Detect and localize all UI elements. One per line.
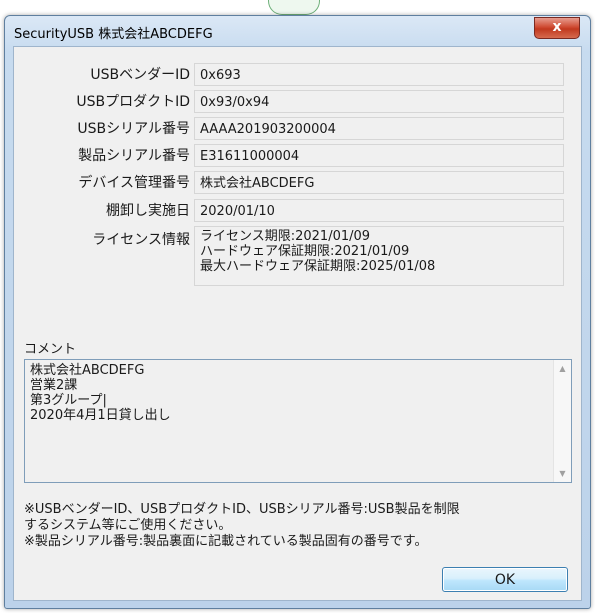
license-line: ライセンス期限:2021/01/09 xyxy=(200,229,371,244)
comment-line: 2020年4月1日貸し出し xyxy=(30,408,171,423)
label-usb-serial-number: USBシリアル番号 xyxy=(77,121,190,137)
comment-text: 株式会社ABCDEFG 営業2課 第3グループ| 2020年4月1日貸し出し xyxy=(30,363,545,423)
label-device-management-number: デバイス管理番号 xyxy=(78,175,190,191)
comment-line: 営業2課 xyxy=(30,378,78,393)
label-product-serial-number: 製品シリアル番号 xyxy=(78,148,190,164)
field-usb-serial-number[interactable]: AAAA201903200004 xyxy=(194,117,564,140)
field-usb-vendor-id[interactable]: 0x693 xyxy=(194,63,564,86)
ok-button[interactable]: OK xyxy=(442,567,568,592)
comment-scrollbar[interactable]: ▲ ▼ xyxy=(553,360,571,482)
comment-line: 株式会社ABCDEFG xyxy=(30,363,145,378)
field-usb-product-id[interactable]: 0x93/0x94 xyxy=(194,90,564,113)
field-inventory-date[interactable]: 2020/01/10 xyxy=(194,199,564,222)
comment-label: コメント xyxy=(24,342,77,357)
label-usb-vendor-id: USBベンダーID xyxy=(90,67,190,83)
shield-logo-icon xyxy=(268,0,320,15)
comment-line: 第3グループ| xyxy=(30,393,107,408)
label-usb-product-id: USBプロダクトID xyxy=(76,94,190,110)
usage-notes: ※USBベンダーID、USBプロダクトID、USBシリアル番号:USB製品を制限… xyxy=(24,502,572,550)
note-line: ※USBベンダーID、USBプロダクトID、USBシリアル番号:USB製品を制限 xyxy=(24,502,460,517)
scroll-down-arrow-icon[interactable]: ▼ xyxy=(554,465,571,482)
dialog-window: SecurityUSB 株式会社ABCDEFG x USBベンダーID 0x69… xyxy=(4,15,591,609)
scroll-up-arrow-icon[interactable]: ▲ xyxy=(554,360,571,377)
comment-textarea[interactable]: 株式会社ABCDEFG 営業2課 第3グループ| 2020年4月1日貸し出し ▲… xyxy=(24,359,572,483)
field-device-management-number[interactable]: 株式会社ABCDEFG xyxy=(194,171,564,194)
note-line: するシステム等にご使用ください。 xyxy=(24,518,232,533)
field-product-serial-number[interactable]: E31611000004 xyxy=(194,144,564,167)
title-bar: SecurityUSB 株式会社ABCDEFG x xyxy=(5,16,590,46)
note-line: ※製品シリアル番号:製品裏面に記載されている製品固有の番号です。 xyxy=(24,534,428,549)
license-line: 最大ハードウェア保証期限:2025/01/08 xyxy=(200,259,436,274)
license-line: ハードウェア保証期限:2021/01/09 xyxy=(200,244,410,259)
window-title: SecurityUSB 株式会社ABCDEFG xyxy=(14,27,213,42)
field-license-info[interactable]: ライセンス期限:2021/01/09 ハードウェア保証期限:2021/01/09… xyxy=(194,226,564,286)
close-button[interactable]: x xyxy=(534,17,580,39)
label-inventory-date: 棚卸し実施日 xyxy=(106,203,190,219)
label-license-info: ライセンス情報 xyxy=(92,232,190,248)
dialog-content: USBベンダーID 0x693 USBプロダクトID 0x93/0x94 USB… xyxy=(13,46,582,601)
